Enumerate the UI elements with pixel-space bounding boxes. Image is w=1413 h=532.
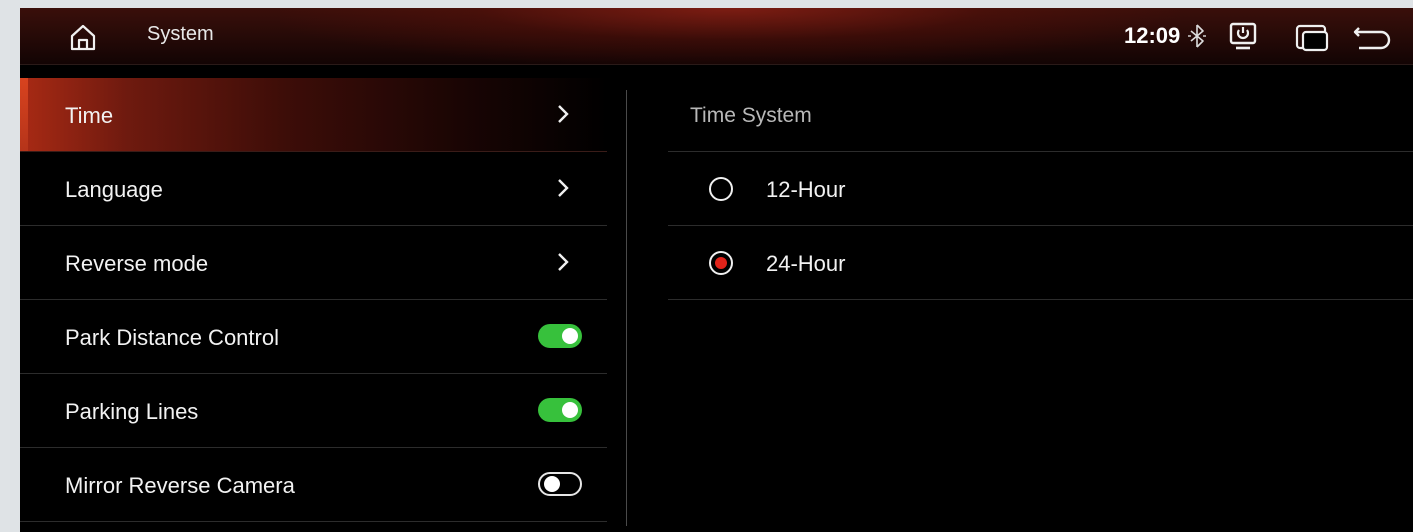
home-button[interactable] <box>68 22 98 52</box>
menu-item-label: Park Distance Control <box>65 325 279 350</box>
menu-item-reverse-mode[interactable]: Reverse mode <box>20 226 607 300</box>
option-24-hour[interactable]: 24-Hour <box>668 226 1413 300</box>
top-bar: System 12:09 <box>20 8 1413 65</box>
menu-item-label: Reverse mode <box>65 251 209 276</box>
menu-item-language[interactable]: Language <box>20 152 607 226</box>
chevron-right-icon <box>558 105 569 123</box>
option-label: 24-Hour <box>766 251 846 276</box>
back-icon[interactable] <box>1353 22 1393 52</box>
option-label: 12-Hour <box>766 177 846 202</box>
page-title: System <box>147 23 214 45</box>
option-12-hour[interactable]: 12-Hour <box>668 152 1413 226</box>
mirror-reverse-camera-toggle[interactable] <box>538 472 582 496</box>
bluetooth-icon <box>1188 24 1206 48</box>
parking-lines-toggle[interactable] <box>538 398 582 422</box>
panel-divider <box>626 90 627 526</box>
park-distance-control-toggle[interactable] <box>538 324 582 348</box>
menu-item-label: Language <box>65 177 163 202</box>
system-settings-screen: System 12:09 Time Language Reverse mode … <box>20 8 1413 532</box>
menu-item-mirror-reverse-camera: Mirror Reverse Camera <box>20 448 607 522</box>
menu-item-time[interactable]: Time <box>20 78 607 152</box>
chevron-right-icon <box>558 253 569 271</box>
menu-item-label: Parking Lines <box>65 399 199 424</box>
menu-item-park-distance-control: Park Distance Control <box>20 300 607 374</box>
radio-24-hour[interactable] <box>709 251 733 275</box>
section-title: Time System <box>690 104 812 127</box>
home-icon <box>70 24 96 51</box>
time-system-panel: Time System 12-Hour 24-Hour <box>668 78 1413 300</box>
app-frame: System 12:09 Time Language Reverse mode … <box>0 0 1413 532</box>
section-header: Time System <box>668 78 1413 152</box>
status-clock: 12:09 <box>1124 23 1181 48</box>
menu-item-parking-lines: Parking Lines <box>20 374 607 448</box>
menu-item-label: Mirror Reverse Camera <box>65 473 295 498</box>
chevron-right-icon <box>558 179 569 197</box>
settings-menu: Time Language Reverse mode Park Distance… <box>20 78 607 522</box>
radio-12-hour[interactable] <box>709 177 733 201</box>
usb-power-icon[interactable] <box>1228 21 1258 51</box>
windows-icon[interactable] <box>1295 22 1329 52</box>
menu-item-label: Time <box>65 103 114 128</box>
